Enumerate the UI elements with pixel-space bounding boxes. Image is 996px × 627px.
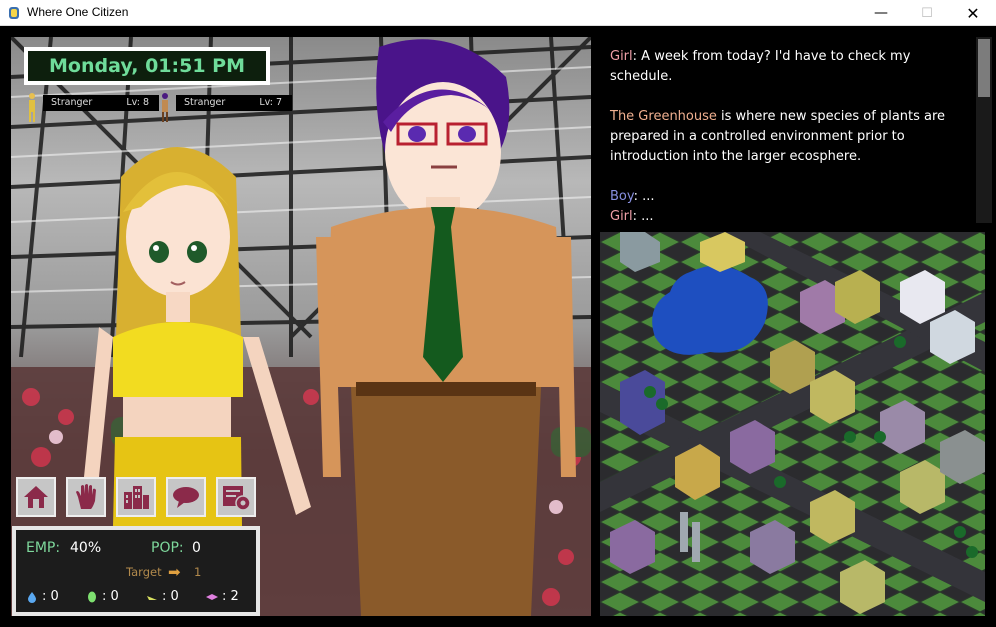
- yellow-shard-icon: [147, 596, 157, 600]
- target-arrow-icon: ➡: [168, 563, 181, 581]
- emp-value: 40%: [70, 540, 102, 556]
- speech-bubble-icon: [173, 487, 199, 508]
- resource-crystal-value: : 2: [222, 589, 239, 604]
- resource-mineral-value: : 0: [162, 589, 179, 604]
- maximize-button[interactable]: ☐: [904, 0, 950, 26]
- isometric-city-map: [600, 232, 985, 616]
- target-label: Target: [126, 565, 162, 579]
- resource-water-value: : 0: [42, 589, 59, 604]
- stranger-name: Stranger: [184, 97, 226, 108]
- city-stats-panel: EMP: 40% POP: 0 Target ➡ 1 : 0 : 0 : 0 :…: [12, 526, 260, 616]
- emp-label: EMP:: [26, 540, 61, 556]
- blue-drop-icon: [28, 592, 36, 603]
- settings-panel-icon: [223, 486, 251, 511]
- minimize-button[interactable]: —: [858, 0, 904, 26]
- dialogue-text: : ...: [632, 209, 654, 223]
- dialogue-line: Boy: ...: [610, 187, 965, 207]
- speaker-name: Girl: [610, 209, 633, 223]
- stranger-level: Lv: 8: [126, 97, 149, 108]
- window-title: Where One Citizen: [27, 5, 129, 19]
- interact-button[interactable]: [66, 477, 106, 517]
- home-icon: [24, 486, 48, 508]
- hand-icon: [76, 484, 96, 509]
- speaker-name: Boy: [610, 189, 634, 204]
- dialogue-scroll-thumb[interactable]: [978, 39, 990, 97]
- stranger-figure-icon: [29, 93, 35, 122]
- buildings-button[interactable]: [116, 477, 156, 517]
- dialogue-scrollbar[interactable]: [976, 37, 992, 223]
- home-button[interactable]: [16, 477, 56, 517]
- location-name: The Greenhouse: [610, 109, 717, 124]
- dialogue-text: : ...: [633, 189, 655, 204]
- dialogue-line: Girl: A week from today? I'd have to che…: [610, 47, 965, 87]
- target-value: 1: [194, 565, 202, 579]
- city-minimap[interactable]: [600, 232, 985, 616]
- resource-plant-value: : 0: [102, 589, 119, 604]
- dialogue-line: Girl: ...: [610, 207, 965, 223]
- pink-crystal-icon: [206, 594, 218, 600]
- clock-panel: Monday, 01:51 PM: [24, 47, 270, 85]
- dialogue-line: The Greenhouse is where new species of p…: [610, 107, 965, 167]
- green-leaf-icon: [88, 591, 96, 603]
- buildings-icon: [124, 486, 149, 509]
- dialogue-log[interactable]: Girl: A week from today? I'd have to che…: [598, 37, 975, 223]
- stranger-level: Lv: 7: [259, 97, 282, 108]
- city-stats-inner: EMP: 40% POP: 0 Target ➡ 1 : 0 : 0 : 0 :…: [16, 530, 256, 612]
- settings-button[interactable]: [216, 477, 256, 517]
- clock-text: Monday, 01:51 PM: [28, 51, 266, 81]
- app-snake-icon: [9, 7, 19, 19]
- talk-button[interactable]: [166, 477, 206, 517]
- close-button[interactable]: ✕: [950, 0, 996, 26]
- speaker-name: Girl: [610, 49, 633, 64]
- pop-label: POP:: [151, 540, 184, 556]
- stranger-figure-icon: [162, 93, 168, 122]
- stranger-tag: Stranger Lv: 7: [176, 95, 292, 111]
- window-titlebar: Where One Citizen — ☐ ✕: [0, 0, 996, 26]
- dialogue-text: : A week from today? I'd have to check m…: [610, 49, 911, 84]
- stranger-name: Stranger: [51, 97, 93, 108]
- pop-value: 0: [192, 540, 201, 556]
- stranger-tag: Stranger Lv: 8: [43, 95, 159, 111]
